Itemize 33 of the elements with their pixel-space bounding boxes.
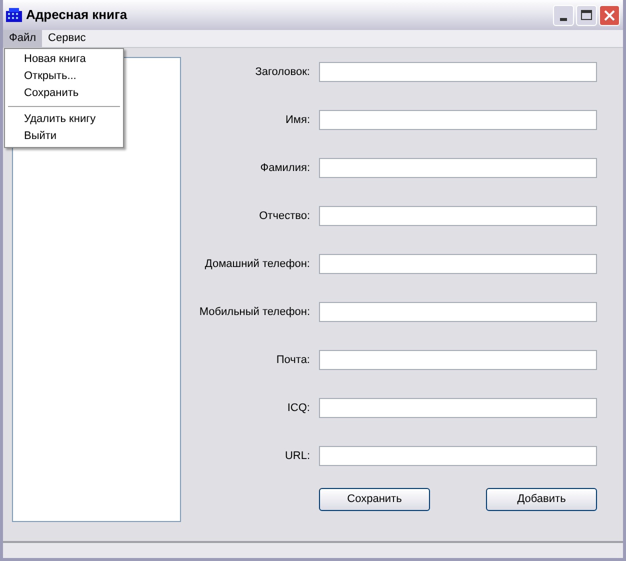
field-label: Мобильный телефон: bbox=[198, 304, 311, 320]
field-label: Заголовок: bbox=[254, 64, 311, 80]
field-label: Фамилия: bbox=[259, 160, 311, 176]
field-label: Отчество: bbox=[258, 208, 311, 224]
input-field[interactable] bbox=[319, 206, 597, 226]
menu-item[interactable]: Сервис bbox=[42, 30, 92, 47]
window-title: Адресная книга bbox=[26, 6, 128, 24]
input-field[interactable] bbox=[319, 110, 597, 130]
menu-item[interactable]: Файл bbox=[3, 30, 42, 47]
field-label: URL: bbox=[284, 448, 311, 464]
close-button[interactable] bbox=[599, 4, 620, 26]
minimize-button[interactable] bbox=[553, 4, 574, 26]
close-icon bbox=[604, 10, 615, 20]
menu-entry[interactable]: Новая книга bbox=[5, 51, 123, 68]
field-label: Домашний телефон: bbox=[204, 256, 311, 272]
input-field[interactable] bbox=[319, 158, 597, 178]
input-field[interactable] bbox=[319, 398, 597, 418]
input-field[interactable] bbox=[319, 350, 597, 370]
form-button[interactable]: Добавить bbox=[486, 488, 597, 511]
input-field[interactable] bbox=[319, 62, 597, 82]
input-field[interactable] bbox=[319, 302, 597, 322]
menu-entry[interactable]: Открыть... bbox=[5, 68, 123, 85]
field-label: Почта: bbox=[275, 352, 311, 368]
input-field[interactable] bbox=[319, 446, 597, 466]
form-button[interactable]: Сохранить bbox=[319, 488, 430, 511]
menu-entry[interactable]: Выйти bbox=[5, 128, 123, 145]
input-field[interactable] bbox=[319, 254, 597, 274]
menu-entry[interactable]: Удалить книгу bbox=[5, 111, 123, 128]
field-label: ICQ: bbox=[286, 400, 311, 416]
app-icon bbox=[6, 8, 22, 22]
menu-entry[interactable]: Сохранить bbox=[5, 85, 123, 102]
maximize-button[interactable] bbox=[576, 4, 597, 26]
field-label: Имя: bbox=[284, 112, 311, 128]
